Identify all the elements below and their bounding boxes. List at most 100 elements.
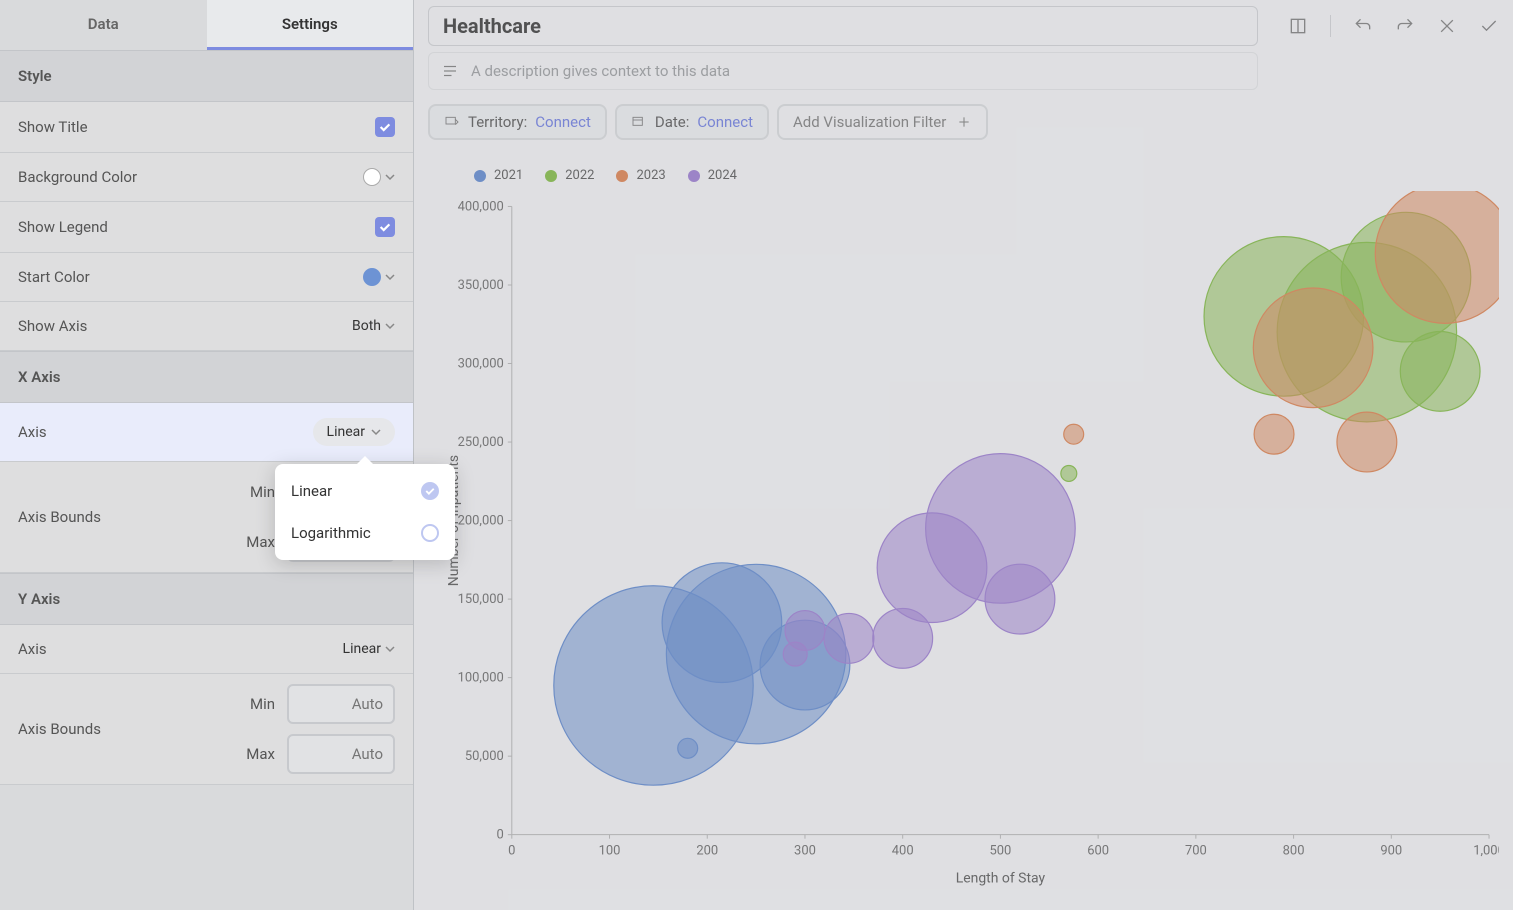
confirm-icon[interactable] [1479, 16, 1499, 36]
plus-icon [956, 114, 972, 130]
label-y-axis: Axis [18, 640, 47, 658]
bubble-point[interactable] [783, 642, 807, 666]
redo-icon[interactable] [1395, 16, 1415, 36]
label-show-axis: Show Axis [18, 317, 87, 335]
tab-settings[interactable]: Settings [207, 0, 414, 50]
close-icon[interactable] [1437, 16, 1457, 36]
input-y-min[interactable] [287, 684, 395, 724]
calendar-icon [631, 114, 647, 130]
filter-territory-connect[interactable]: Connect [535, 113, 591, 131]
bubble-point[interactable] [877, 513, 987, 623]
svg-text:300: 300 [794, 844, 816, 859]
legend-item[interactable]: 2023 [616, 168, 665, 183]
bubble-point[interactable] [873, 608, 933, 668]
label-y-max: Max [241, 745, 275, 763]
legend-dot-icon [474, 170, 486, 182]
svg-text:500: 500 [989, 844, 1011, 859]
label-x-axis: Axis [18, 423, 47, 441]
label-show-legend: Show Legend [18, 218, 108, 236]
radio-selected-icon [421, 482, 439, 500]
row-start-color: Start Color [0, 253, 413, 302]
legend-dot-icon [616, 170, 628, 182]
select-y-axis-value: Linear [343, 641, 381, 657]
select-x-axis-value: Linear [327, 424, 365, 440]
filter-icon [444, 114, 460, 130]
title-actions [1288, 15, 1499, 37]
select-show-axis-value: Both [352, 318, 381, 334]
bubble-point[interactable] [824, 613, 874, 663]
filter-territory-label: Territory: [468, 113, 527, 131]
svg-text:700: 700 [1185, 844, 1207, 859]
bubble-point[interactable] [1064, 424, 1084, 444]
swatch-circle-icon [363, 168, 381, 186]
row-bg-color: Background Color [0, 153, 413, 202]
description-icon [441, 62, 459, 80]
label-y-min: Min [241, 695, 275, 713]
select-x-axis-scale[interactable]: Linear [313, 418, 395, 446]
section-style: Style [0, 50, 413, 102]
svg-text:600: 600 [1087, 844, 1109, 859]
select-show-axis[interactable]: Both [352, 318, 395, 334]
row-show-axis: Show Axis Both [0, 302, 413, 351]
radio-unselected-icon [421, 524, 439, 542]
row-x-axis-scale: Axis Linear [0, 403, 413, 462]
filter-date-connect[interactable]: Connect [697, 113, 753, 131]
svg-text:800: 800 [1283, 844, 1305, 859]
option-log-label: Logarithmic [291, 524, 371, 542]
row-show-legend: Show Legend [0, 202, 413, 253]
row-y-axis-scale: Axis Linear [0, 625, 413, 674]
legend-label: 2023 [636, 168, 665, 183]
tab-data[interactable]: Data [0, 0, 207, 50]
checkbox-show-legend[interactable] [375, 217, 395, 237]
bubble-point[interactable] [1253, 288, 1373, 408]
chevron-down-icon [385, 644, 395, 654]
svg-text:400: 400 [892, 844, 914, 859]
svg-text:400,000: 400,000 [458, 199, 504, 214]
checkbox-show-title[interactable] [375, 117, 395, 137]
section-y-axis: Y Axis [0, 573, 413, 625]
bubble-point[interactable] [678, 738, 698, 758]
bubble-point[interactable] [985, 564, 1055, 634]
description-input[interactable]: A description gives context to this data [428, 52, 1258, 90]
bubble-point[interactable] [1254, 414, 1294, 454]
svg-text:0: 0 [508, 844, 515, 859]
start-color-picker[interactable] [363, 268, 395, 286]
separator [1330, 15, 1331, 37]
label-x-min: Min [241, 483, 275, 501]
legend-item[interactable]: 2024 [688, 168, 737, 183]
legend-label: 2021 [494, 168, 523, 183]
filter-date: Date: Connect [615, 104, 769, 140]
description-placeholder: A description gives context to this data [471, 62, 730, 80]
settings-sidebar: Data Settings Style Show Title Backgroun… [0, 0, 414, 910]
svg-text:300,000: 300,000 [458, 357, 504, 372]
bubble-point[interactable] [1061, 465, 1077, 481]
filter-territory: Territory: Connect [428, 104, 607, 140]
legend-item[interactable]: 2021 [474, 168, 523, 183]
bubble-chart: 050,000100,000150,000200,000250,000300,0… [442, 191, 1499, 900]
bubble-point[interactable] [1400, 331, 1480, 411]
label-y-bounds: Axis Bounds [18, 720, 101, 738]
label-x-bounds: Axis Bounds [18, 508, 101, 526]
svg-text:150,000: 150,000 [458, 592, 504, 607]
main-panel: A description gives context to this data… [414, 0, 1513, 910]
svg-text:900: 900 [1380, 844, 1402, 859]
svg-text:350,000: 350,000 [458, 278, 504, 293]
svg-text:200: 200 [696, 844, 718, 859]
dropdown-option-linear[interactable]: Linear [275, 470, 455, 512]
chevron-down-icon [385, 321, 395, 331]
legend-dot-icon [545, 170, 557, 182]
dropdown-option-log[interactable]: Logarithmic [275, 512, 455, 554]
svg-text:1,000: 1,000 [1473, 844, 1499, 859]
bubble-point[interactable] [1337, 412, 1397, 472]
undo-icon[interactable] [1353, 16, 1373, 36]
select-y-axis-scale[interactable]: Linear [343, 641, 395, 657]
svg-text:100,000: 100,000 [458, 671, 504, 686]
input-y-max[interactable] [287, 734, 395, 774]
legend-item[interactable]: 2022 [545, 168, 594, 183]
chevron-down-icon [385, 172, 395, 182]
add-filter-button[interactable]: Add Visualization Filter [777, 104, 988, 140]
label-start-color: Start Color [18, 268, 90, 286]
bg-color-picker[interactable] [363, 168, 395, 186]
grid-icon[interactable] [1288, 16, 1308, 36]
title-input[interactable] [428, 6, 1258, 46]
